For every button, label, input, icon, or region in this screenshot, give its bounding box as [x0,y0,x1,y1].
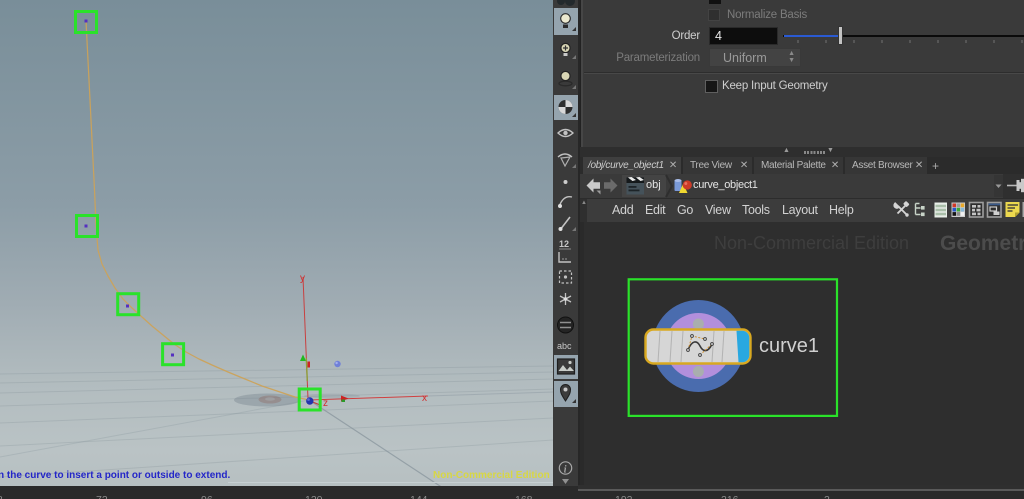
svg-text:y: y [300,273,305,284]
svg-text:12: 12 [559,239,569,249]
svg-text:x: x [422,393,427,404]
svg-text:z: z [323,398,328,409]
svg-text:i: i [564,465,567,476]
svg-text:abc: abc [557,341,572,351]
